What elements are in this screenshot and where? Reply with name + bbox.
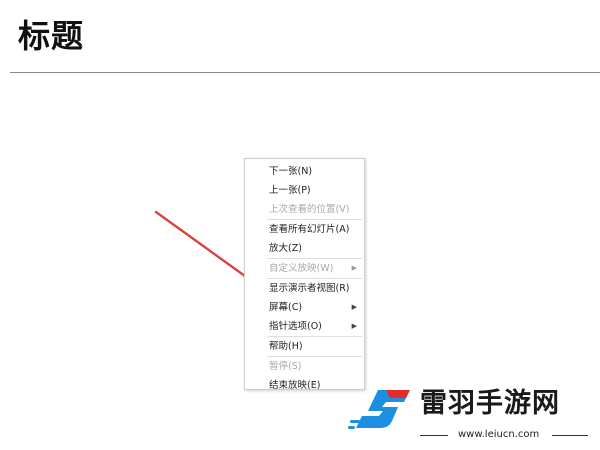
menu-item-label: 显示演示者视图(R) [269,283,350,294]
brand-logo-icon [348,390,410,429]
menu-item-pause: 暂停(S) [245,357,364,376]
url-divider [420,435,448,436]
submenu-arrow-icon: ▶ [351,264,357,272]
menu-item-zoom[interactable]: 放大(Z) [245,239,364,258]
url-divider [552,435,588,436]
menu-item-label: 指针选项(O) [269,321,322,332]
menu-item-presenter-view[interactable]: 显示演示者视图(R) [245,279,364,298]
brand-url-text: www.leiucn.com [454,426,544,444]
menu-item-label: 自定义放映(W) [269,263,334,274]
menu-item-label: 查看所有幻灯片(A) [269,224,350,235]
menu-item-view-all-slides[interactable]: 查看所有幻灯片(A) [245,220,364,239]
menu-item-label: 帮助(H) [269,341,303,352]
submenu-arrow-icon: ▶ [351,322,357,330]
menu-item-previous[interactable]: 上一张(P) [245,181,364,200]
menu-item-label: 屏幕(C) [269,302,303,313]
menu-item-pointer-options[interactable]: 指针选项(O) ▶ [245,317,364,336]
menu-item-screen[interactable]: 屏幕(C) ▶ [245,298,364,317]
brand-url: www.leiucn.com [420,426,590,444]
slideshow-page: 标题 下一张(N) 上一张(P) 上次查看的位置(V) 查看所有幻灯片(A) 放… [0,0,600,450]
page-title: 标题 [18,17,85,55]
menu-item-help[interactable]: 帮助(H) [245,337,364,356]
menu-item-label: 上一张(P) [269,185,311,196]
title-divider [10,72,600,73]
menu-item-label: 暂停(S) [269,361,302,372]
menu-item-last-viewed: 上次查看的位置(V) [245,200,364,219]
menu-item-custom-show: 自定义放映(W) ▶ [245,259,364,278]
menu-item-label: 结束放映(E) [269,380,321,391]
menu-item-label: 放大(Z) [269,243,302,254]
context-menu: 下一张(N) 上一张(P) 上次查看的位置(V) 查看所有幻灯片(A) 放大(Z… [244,158,365,391]
menu-item-label: 上次查看的位置(V) [269,204,350,215]
menu-item-label: 下一张(N) [269,166,313,177]
menu-item-next[interactable]: 下一张(N) [245,162,364,181]
menu-item-end-show[interactable]: 结束放映(E) [245,376,364,395]
submenu-arrow-icon: ▶ [351,303,357,311]
brand-name: 雷羽手游网 [420,388,560,419]
